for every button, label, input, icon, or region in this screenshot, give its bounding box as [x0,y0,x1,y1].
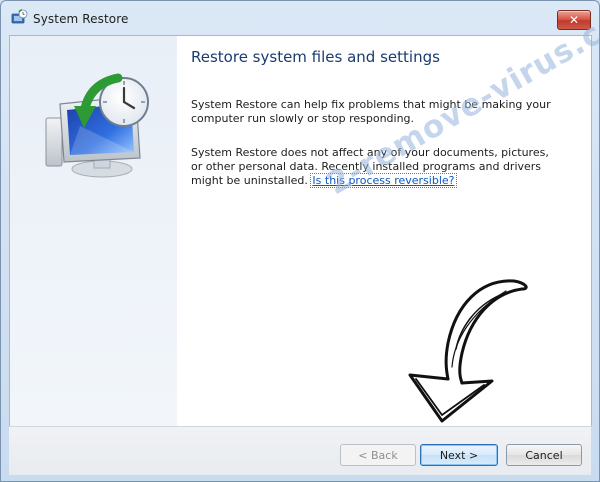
system-restore-icon [11,9,28,24]
button-bar: < Back Next > Cancel [9,426,591,475]
title-bar[interactable]: System Restore ✕ [1,1,599,35]
next-button[interactable]: Next > [420,444,498,466]
cancel-button[interactable]: Cancel [506,444,582,466]
left-pane [9,35,177,426]
system-restore-window: System Restore ✕ Restore system files an… [0,0,600,482]
back-button[interactable]: < Back [340,444,416,466]
page-title: Restore system files and settings [191,48,440,66]
window-title: System Restore [33,12,129,26]
hand-drawn-arrow-icon [408,279,528,423]
system-restore-illustration-icon [45,73,149,178]
